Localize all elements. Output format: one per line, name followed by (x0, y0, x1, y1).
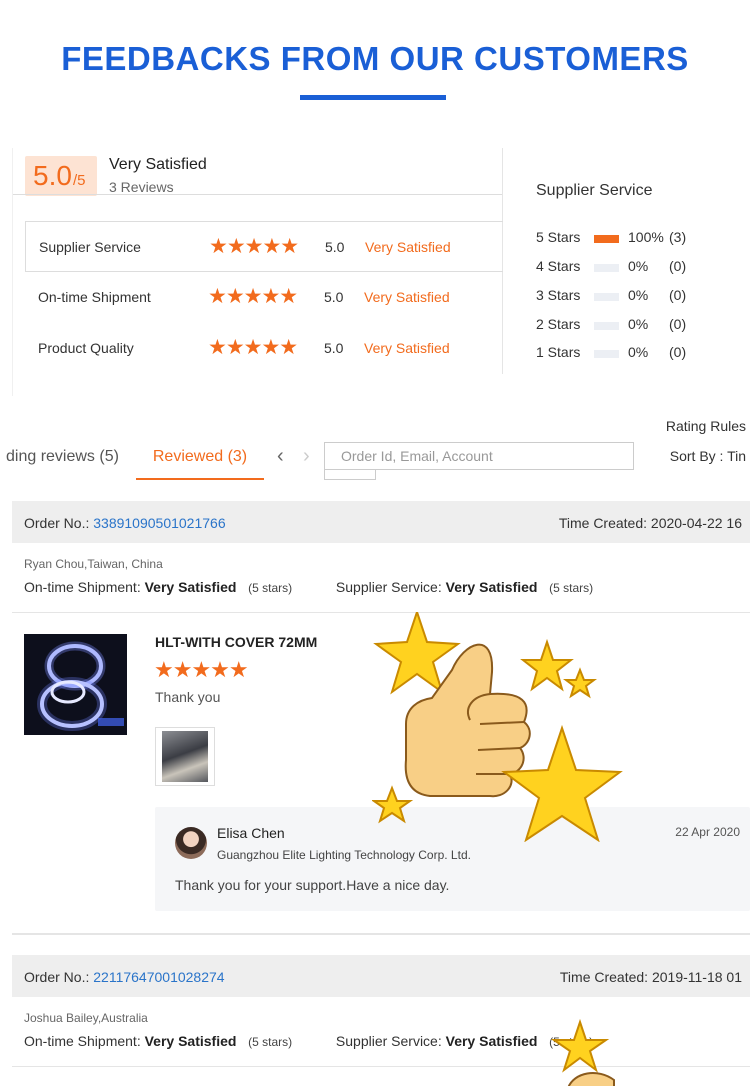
service-label: Supplier Service: (335, 1033, 442, 1049)
order-header: Order No.: 22117647001028274 Time Create… (12, 955, 750, 997)
title-underline (300, 95, 446, 100)
reply-author: Elisa Chen (217, 825, 285, 841)
service-value: Very Satisfied (445, 579, 538, 595)
product-name[interactable]: HLT-WITH COVER 72MM (155, 634, 317, 650)
review-meta: Ryan Chou,Taiwan, China On-time Shipment… (12, 543, 750, 613)
rating-row-on-time-shipment: On-time Shipment ★★★★★ 5.0 Very Satisfie… (25, 272, 503, 323)
distribution-bar (594, 350, 619, 358)
shipment-stars: (5 stars) (248, 581, 293, 595)
star-rating: ★★★★★ (208, 285, 298, 308)
review-ratings-line: On-time Shipment: Very Satisfied (5 star… (24, 1033, 593, 1049)
distribution-bar-fill (594, 235, 619, 243)
distribution-label: 1 Stars (536, 344, 581, 360)
distribution-label: 2 Stars (536, 316, 581, 332)
chevron-left-icon[interactable]: ‹ (277, 445, 284, 468)
reply-company: Guangzhou Elite Lighting Technology Corp… (217, 848, 471, 862)
divider (13, 194, 503, 195)
rating-text: Very Satisfied (364, 289, 450, 305)
shipment-value: Very Satisfied (144, 579, 237, 595)
rating-summary-panel: 5.0 /5 Very Satisfied 3 Reviews Supplier… (12, 148, 750, 396)
rating-label: Supplier Service (39, 239, 141, 255)
distribution-count: (0) (669, 344, 687, 360)
review-tabs-bar: Rating Rules ding reviews (5) Reviewed (… (6, 396, 750, 500)
order-number-link[interactable]: 22117647001028274 (93, 969, 224, 985)
distribution-bar (594, 264, 619, 272)
overall-label: Very Satisfied (109, 156, 207, 173)
supplier-service-title: Supplier Service (536, 182, 653, 199)
service-label: Supplier Service: (335, 579, 442, 595)
tab-reviewed[interactable]: Reviewed (3) (136, 438, 264, 480)
distribution-percent: 0% (628, 287, 649, 303)
review-meta: Joshua Bailey,Australia On-time Shipment… (12, 997, 750, 1067)
product-star-rating: ★★★★★ (154, 657, 249, 682)
chevron-right-icon[interactable]: › (303, 445, 310, 468)
review-photo[interactable] (155, 727, 215, 786)
overall-review-count: 3 Reviews (109, 179, 174, 195)
product-thumbnail[interactable] (24, 634, 127, 735)
review-photo-image (162, 731, 208, 782)
tab-pending-reviews[interactable]: ding reviews (5) (6, 448, 119, 466)
service-stars: (5 stars) (549, 1035, 594, 1049)
distribution-bar (594, 293, 619, 301)
distribution-count: (3) (669, 229, 687, 245)
shipment-stars: (5 stars) (248, 1035, 293, 1049)
distribution-percent: 100% (628, 229, 664, 245)
rating-label: On-time Shipment (38, 289, 151, 305)
reply-date: 22 Apr 2020 (675, 825, 740, 839)
distribution-count: (0) (669, 316, 687, 332)
overall-score-max: /5 (73, 172, 86, 189)
sort-by-select[interactable]: Sort By : Tin (670, 448, 746, 464)
distribution-bar (594, 322, 619, 330)
distribution-label: 5 Stars (536, 229, 581, 245)
rating-text: Very Satisfied (365, 239, 451, 255)
rating-row-product-quality: Product Quality ★★★★★ 5.0 Very Satisfied (25, 323, 503, 374)
order-number-line: Order No.: 22117647001028274 (24, 969, 225, 985)
order-number-link[interactable]: 33891090501021766 (93, 515, 225, 531)
rating-rules-link[interactable]: Rating Rules (666, 418, 746, 434)
page-title: FEEDBACKS FROM OUR CUSTOMERS (61, 40, 689, 77)
order-number-label: Order No.: (24, 515, 90, 531)
distribution-label: 3 Stars (536, 287, 581, 303)
order-time-created: Time Created: 2019-11-18 01 (559, 969, 742, 985)
shipment-label: On-time Shipment: (24, 1033, 141, 1049)
reply-text: Thank you for your support.Have a nice d… (175, 877, 450, 893)
distribution-bar (594, 235, 619, 243)
shipment-value: Very Satisfied (144, 1033, 237, 1049)
shipment-label: On-time Shipment: (24, 579, 141, 595)
rating-score: 5.0 (324, 289, 344, 305)
distribution-count: (0) (669, 258, 687, 274)
order-time-created: Time Created: 2020-04-22 16 (558, 515, 742, 531)
order-header: Order No.: 33891090501021766 Time Create… (12, 501, 750, 543)
distribution-count: (0) (669, 287, 687, 303)
search-input[interactable] (324, 442, 634, 470)
review-ratings-line: On-time Shipment: Very Satisfied (5 star… (24, 579, 593, 595)
rating-score: 5.0 (324, 340, 344, 356)
rating-label: Product Quality (38, 340, 134, 356)
order-number-label: Order No.: (24, 969, 90, 985)
buyer-info: Joshua Bailey,Australia (24, 1011, 148, 1025)
supplier-reply: Elisa Chen Guangzhou Elite Lighting Tech… (155, 807, 750, 911)
rating-row-supplier-service: Supplier Service ★★★★★ 5.0 Very Satisfie… (25, 221, 503, 272)
overall-score: 5.0 (33, 160, 72, 191)
star-rating: ★★★★★ (209, 235, 299, 258)
distribution-percent: 0% (628, 316, 649, 332)
distribution-label: 4 Stars (536, 258, 581, 274)
star-rating: ★★★★★ (208, 336, 298, 359)
rating-score: 5.0 (325, 239, 345, 255)
rating-text: Very Satisfied (364, 340, 450, 356)
avatar (175, 827, 207, 859)
distribution-percent: 0% (628, 258, 649, 274)
search-button[interactable] (324, 470, 376, 480)
overall-score-badge: 5.0 /5 (25, 156, 97, 196)
review-body: HLT-WITH COVER 72MM ★★★★★ Thank you Elis… (12, 613, 750, 935)
distribution-percent: 0% (628, 344, 649, 360)
service-value: Very Satisfied (445, 1033, 538, 1049)
order-number-line: Order No.: 33891090501021766 (24, 515, 226, 531)
review-comment: Thank you (155, 689, 221, 705)
buyer-info: Ryan Chou,Taiwan, China (24, 557, 163, 571)
service-stars: (5 stars) (549, 581, 594, 595)
